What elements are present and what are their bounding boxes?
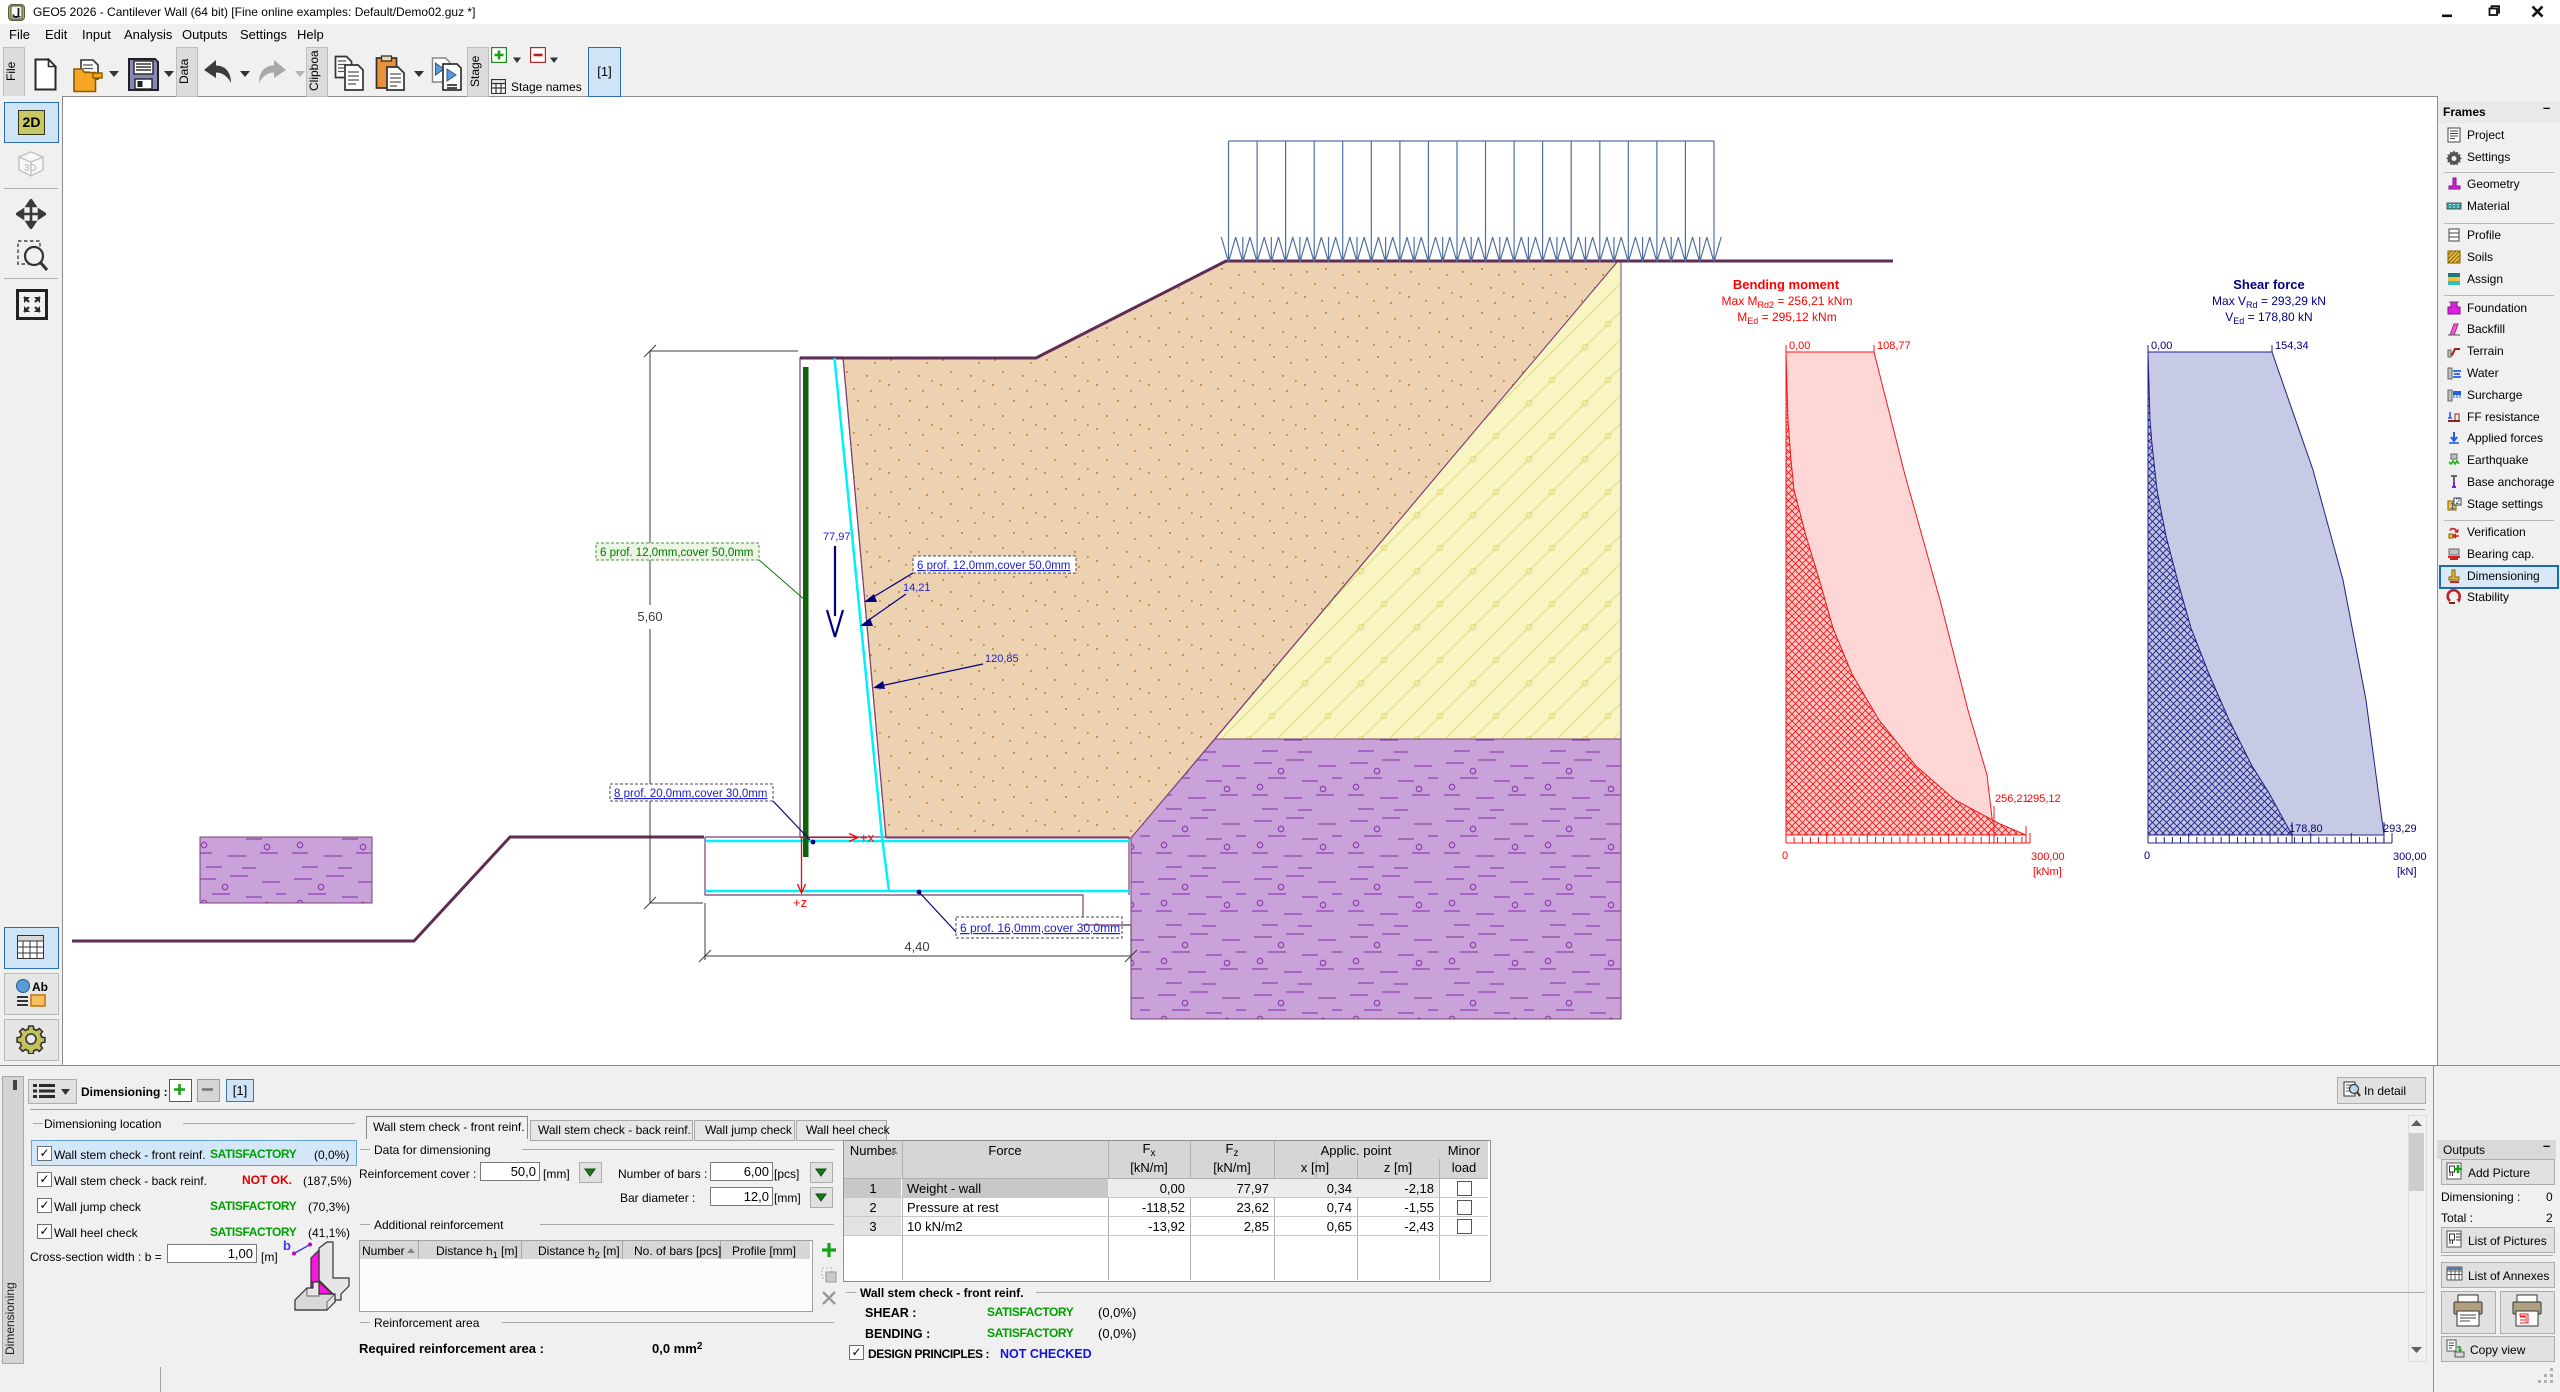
svg-text:0: 0 [2144, 850, 2150, 862]
svg-text:300,00: 300,00 [2031, 851, 2065, 863]
svg-text:Max MRd2 = 256,21 kNm: Max MRd2 = 256,21 kNm [1722, 294, 1853, 310]
svg-text:+z: +z [793, 895, 807, 910]
svg-text:295,12: 295,12 [2027, 793, 2061, 805]
svg-text:0,00: 0,00 [2151, 340, 2172, 352]
svg-text:[kNm]: [kNm] [2033, 866, 2062, 878]
svg-text:Ab: Ab [32, 980, 48, 994]
svg-text:293,29: 293,29 [2383, 823, 2417, 835]
svg-text:6 prof. 12,0mm,cover 50,0mm: 6 prof. 12,0mm,cover 50,0mm [600, 547, 753, 559]
svg-text:Max VRd = 293,29 kN: Max VRd = 293,29 kN [2212, 294, 2326, 310]
svg-text:b: b [283, 1238, 291, 1253]
svg-text:0,00: 0,00 [1789, 340, 1810, 352]
svg-text:178,80: 178,80 [2289, 823, 2323, 835]
svg-text:5,60: 5,60 [637, 609, 662, 624]
svg-text:0: 0 [1782, 850, 1788, 862]
svg-text:+x: +x [860, 830, 875, 845]
svg-text:Bending moment: Bending moment [1733, 277, 1840, 292]
svg-text:154,34: 154,34 [2275, 340, 2309, 352]
svg-text:[kN]: [kN] [2397, 866, 2417, 878]
svg-text:4,40: 4,40 [904, 939, 929, 954]
svg-text:108,77: 108,77 [1877, 340, 1911, 352]
svg-text:300,00: 300,00 [2393, 851, 2427, 863]
svg-text:2: 2 [2456, 497, 2461, 506]
svg-text:6 prof. 16,0mm,cover 30,0mm: 6 prof. 16,0mm,cover 30,0mm [960, 921, 1120, 935]
svg-text:256,21: 256,21 [1995, 793, 2029, 805]
svg-text:77,97: 77,97 [823, 531, 851, 543]
svg-text:6 prof. 12,0mm,cover 50,0mm: 6 prof. 12,0mm,cover 50,0mm [917, 560, 1070, 572]
svg-text:3D: 3D [24, 163, 37, 174]
svg-text:Shear force: Shear force [2233, 277, 2305, 292]
svg-text:8 prof. 20,0mm,cover 30,0mm: 8 prof. 20,0mm,cover 30,0mm [614, 788, 767, 800]
svg-text:14,21: 14,21 [903, 582, 931, 594]
svg-text:120,85: 120,85 [985, 653, 1019, 665]
